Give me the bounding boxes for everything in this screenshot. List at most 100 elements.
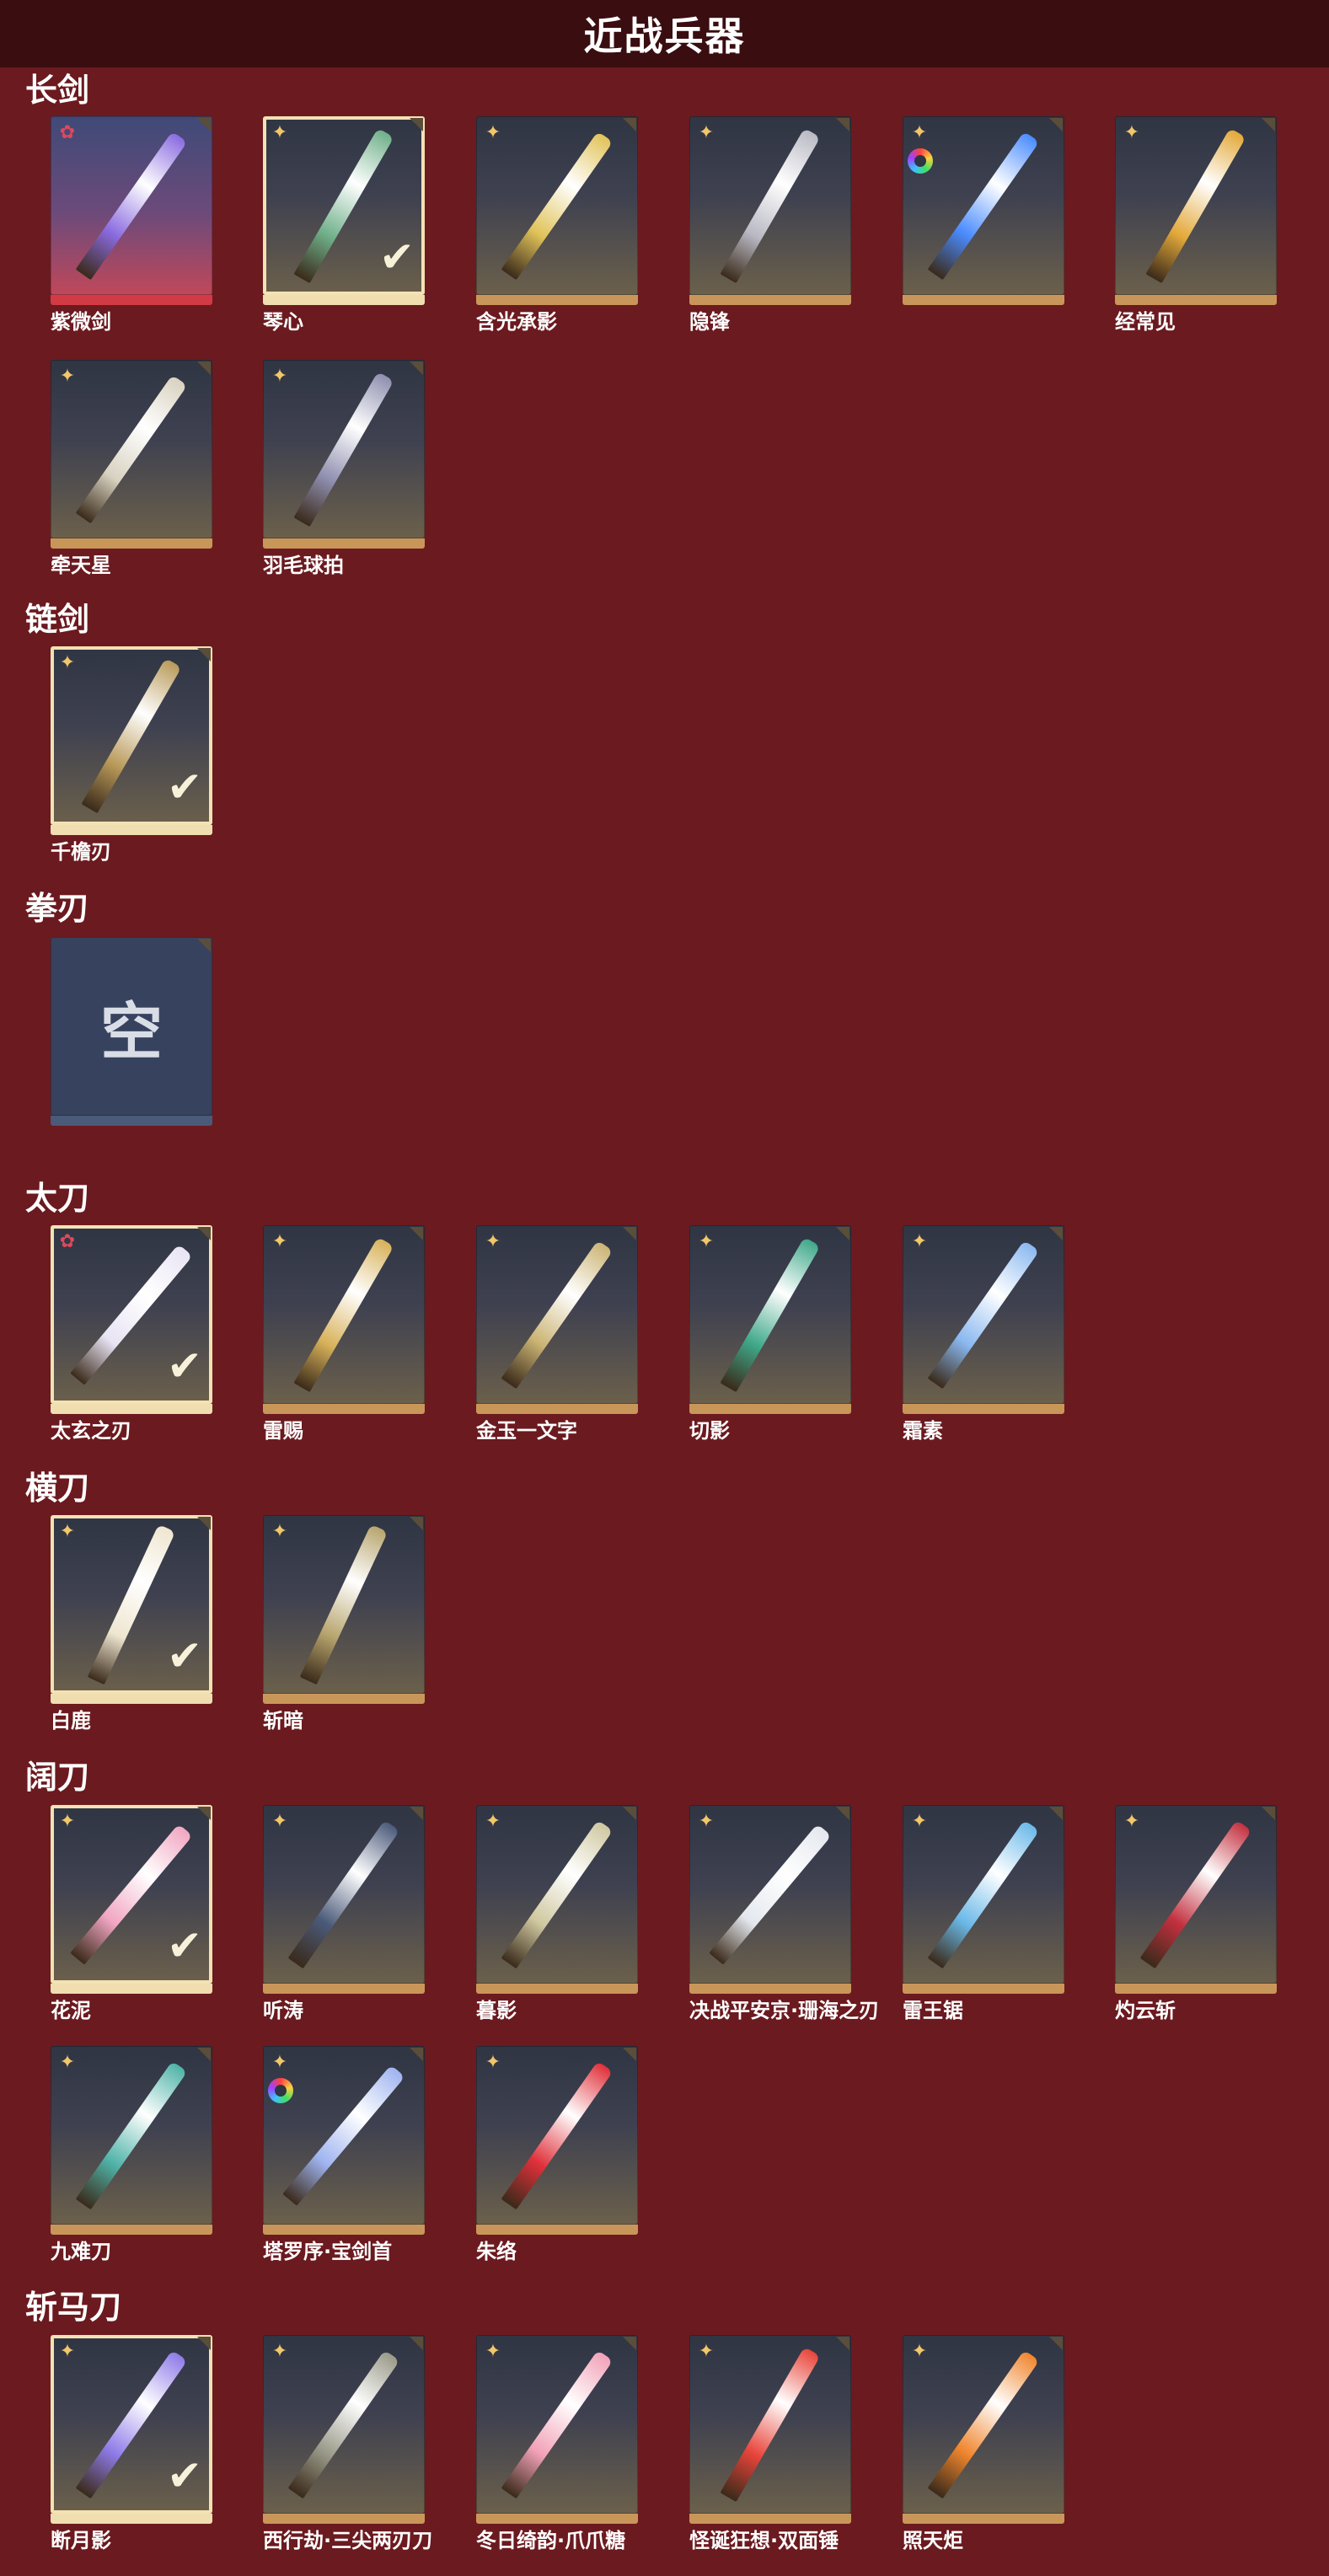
weapon-card[interactable]: ✦ 含光承影 bbox=[476, 116, 638, 332]
section-label-zhanma-blade: 斩马刀 bbox=[25, 2289, 122, 2326]
weapon-card[interactable]: ✦ 决战平安京·珊海之刃 bbox=[689, 1805, 879, 2021]
weapon-card[interactable]: ✦ ✔ 千檐刃 bbox=[51, 646, 212, 862]
weapon-card[interactable]: ✦ 切影 bbox=[689, 1225, 851, 1441]
quality-bar bbox=[903, 1404, 1064, 1414]
weapon-name: 隐锋 bbox=[689, 310, 730, 334]
weapon-thumbnail: ✦ bbox=[903, 116, 1064, 295]
weapon-thumbnail: ✦ bbox=[476, 2046, 638, 2225]
weapon-thumbnail: ✦ bbox=[476, 1805, 638, 1984]
quality-bar bbox=[51, 2225, 212, 2235]
weapon-card[interactable]: ✦ 怪诞狂想·双面锤 bbox=[689, 2335, 851, 2551]
weapon-art bbox=[1145, 127, 1246, 284]
weapon-thumbnail: ✦ bbox=[689, 2335, 851, 2514]
sparkle-icon: ✦ bbox=[698, 1811, 715, 1832]
weapon-name: 白鹿 bbox=[51, 1709, 91, 1733]
corner-tab-icon bbox=[197, 648, 211, 661]
weapon-card[interactable]: ✦ ✔ 琴心 bbox=[263, 116, 425, 332]
quality-bar bbox=[903, 2514, 1064, 2524]
corner-tab-icon bbox=[623, 2337, 636, 2350]
weapon-art bbox=[720, 2346, 821, 2503]
weapon-art bbox=[927, 1819, 1040, 1969]
weapon-card[interactable]: ✦ 隐锋 bbox=[689, 116, 851, 332]
weapon-name: 怪诞狂想·双面锤 bbox=[689, 2529, 839, 2552]
quality-bar bbox=[51, 825, 212, 835]
corner-tab-icon bbox=[623, 118, 636, 131]
weapon-card[interactable]: ✦ 灼云斩 bbox=[1115, 1805, 1277, 2021]
weapon-card[interactable]: 空 bbox=[51, 937, 212, 1127]
weapon-thumbnail: ✦ bbox=[1115, 1805, 1277, 1984]
section-label-horizontal-blade: 横刀 bbox=[25, 1470, 90, 1507]
weapon-card[interactable]: ✦ 羽毛球拍 bbox=[263, 360, 425, 576]
weapon-art bbox=[501, 2060, 614, 2210]
weapon-name: 琴心 bbox=[263, 310, 303, 334]
weapon-name: 切影 bbox=[689, 1419, 730, 1443]
weapon-card[interactable]: ✿ 紫微剑 bbox=[51, 116, 212, 332]
weapon-name: 冬日绮韵·爪爪糖 bbox=[476, 2529, 626, 2552]
quality-bar bbox=[263, 1984, 425, 1994]
weapon-card[interactable]: ✦ 金玉一文字 bbox=[476, 1225, 638, 1441]
quality-bar bbox=[51, 295, 212, 305]
sparkle-icon: ✦ bbox=[271, 366, 288, 387]
quality-bar bbox=[263, 1694, 425, 1704]
weapon-card[interactable]: ✦ 雷王锯 bbox=[903, 1805, 1064, 2021]
sparkle-icon: ✦ bbox=[1123, 1811, 1140, 1832]
weapon-card[interactable]: ✦ 雷赐 bbox=[263, 1225, 425, 1441]
checkmark-icon: ✔ bbox=[167, 1921, 202, 1970]
weapon-card[interactable]: ✦ 冬日绮韵·爪爪糖 bbox=[476, 2335, 638, 2551]
quality-bar bbox=[51, 538, 212, 549]
corner-tab-icon bbox=[410, 1517, 423, 1530]
weapon-card[interactable]: ✦ 斩暗 bbox=[263, 1515, 425, 1731]
weapon-card[interactable]: ✦ 朱络 bbox=[476, 2046, 638, 2262]
weapon-card[interactable]: ✦ ✔ 断月影 bbox=[51, 2335, 212, 2551]
weapon-thumbnail: ✿ bbox=[51, 116, 212, 295]
weapon-thumbnail: ✦ bbox=[476, 1225, 638, 1404]
weapon-card[interactable]: ✦ 经常见 bbox=[1115, 116, 1277, 332]
weapon-card[interactable]: ✦ 九难刀 bbox=[51, 2046, 212, 2262]
quality-bar bbox=[689, 1404, 851, 1414]
corner-tab-icon bbox=[410, 2048, 423, 2061]
quality-bar bbox=[476, 1984, 638, 1994]
weapon-art bbox=[287, 1819, 400, 1969]
weapon-art bbox=[293, 371, 394, 528]
weapon-thumbnail: ✦ ✔ bbox=[263, 116, 425, 295]
weapon-thumbnail: ✦ ✔ bbox=[51, 646, 212, 825]
sparkle-icon: ✦ bbox=[59, 2052, 76, 2073]
corner-tab-icon bbox=[623, 1227, 636, 1240]
weapon-card[interactable]: ✦ 霜素 bbox=[903, 1225, 1064, 1441]
corner-tab-icon bbox=[197, 1517, 211, 1530]
weapon-card[interactable]: ✦ 听涛 bbox=[263, 1805, 425, 2021]
sparkle-icon: ✦ bbox=[485, 1231, 501, 1252]
weapon-thumbnail: ✦ bbox=[263, 360, 425, 538]
weapon-art bbox=[293, 1236, 394, 1393]
weapon-name: 斩暗 bbox=[263, 1709, 303, 1733]
weapon-card[interactable]: ✦ 塔罗序·宝剑首 bbox=[263, 2046, 425, 2262]
weapon-art bbox=[501, 2349, 614, 2499]
corner-tab-icon bbox=[197, 361, 211, 375]
weapon-thumbnail: ✦ ✔ bbox=[51, 2335, 212, 2514]
weapon-art bbox=[501, 131, 614, 281]
corner-tab-icon bbox=[197, 118, 211, 131]
weapon-card[interactable]: ✦ 照天炬 bbox=[903, 2335, 1064, 2551]
weapon-card[interactable]: ✦ ✔ 白鹿 bbox=[51, 1515, 212, 1731]
corner-tab-icon bbox=[836, 1227, 849, 1240]
weapon-art bbox=[282, 2065, 405, 2206]
corner-tab-icon bbox=[410, 1807, 423, 1820]
corner-tab-icon bbox=[836, 118, 849, 131]
weapon-card[interactable]: ✦ ✔ 花泥 bbox=[51, 1805, 212, 2021]
weapon-card[interactable]: ✦ 暮影 bbox=[476, 1805, 638, 2021]
weapon-art bbox=[1139, 1819, 1252, 1969]
weapon-thumbnail: ✦ bbox=[476, 116, 638, 295]
weapon-name: 朱络 bbox=[476, 2240, 517, 2263]
weapon-art bbox=[720, 127, 821, 284]
sparkle-icon: ✦ bbox=[59, 1811, 76, 1832]
corner-tab-icon bbox=[197, 2048, 211, 2061]
sparkle-icon: ✦ bbox=[485, 1811, 501, 1832]
weapon-card[interactable]: ✦ bbox=[903, 116, 1064, 307]
quality-bar bbox=[263, 2514, 425, 2524]
weapon-name: 雷王锯 bbox=[903, 1999, 963, 2022]
weapon-name: 决战平安京·珊海之刃 bbox=[689, 1999, 880, 2022]
weapon-card[interactable]: ✿ ✔ 太玄之刃 bbox=[51, 1225, 212, 1441]
weapon-card[interactable]: ✦ 西行劫·三尖两刃刀 bbox=[263, 2335, 432, 2551]
weapon-name: 西行劫·三尖两刃刀 bbox=[263, 2529, 433, 2552]
weapon-card[interactable]: ✦ 牵天星 bbox=[51, 360, 212, 576]
